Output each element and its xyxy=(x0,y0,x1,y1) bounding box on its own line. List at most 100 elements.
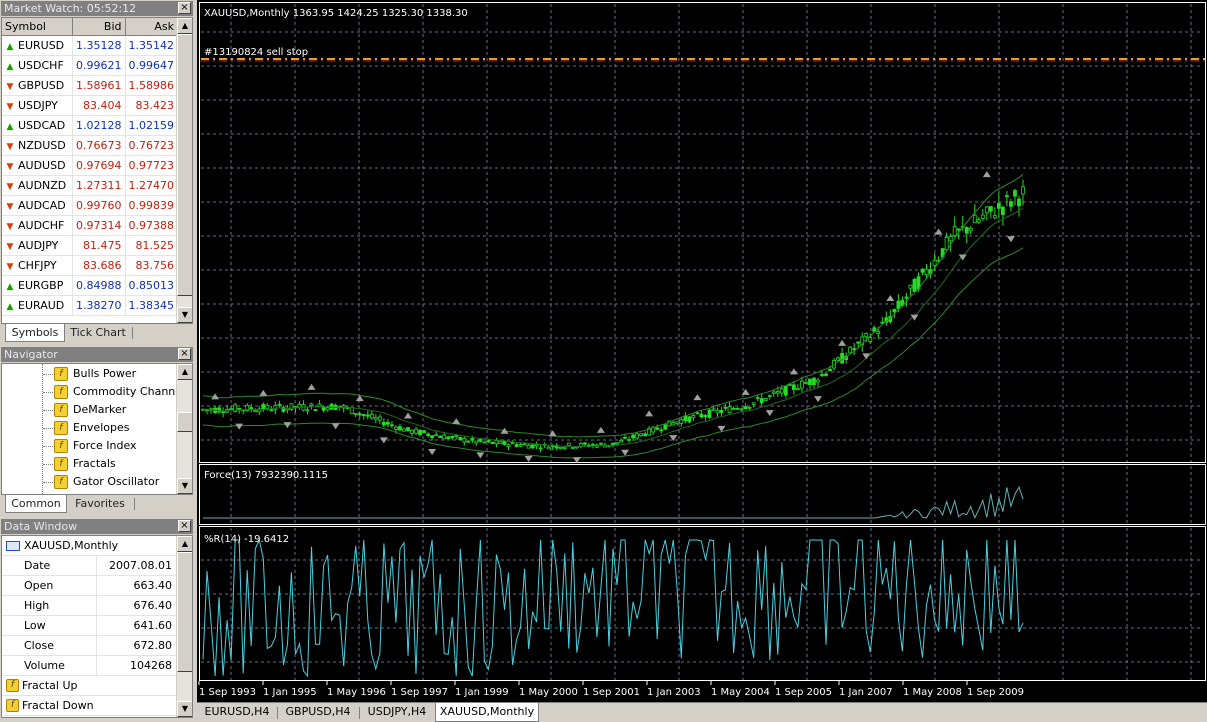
market-watch-row[interactable]: ▲ USDCHF 0.99621 0.99647 xyxy=(2,55,178,76)
nav-scroll-thumb[interactable] xyxy=(177,412,192,432)
x-axis-label: 1 Jan 1995 xyxy=(263,687,317,698)
market-watch-row[interactable]: ▼ AUDCHF 0.97314 0.97388 xyxy=(2,215,178,236)
data-window-scrollbar[interactable]: ▲ ▼ xyxy=(176,536,192,717)
chart-tab-usdjpy[interactable]: USDJPY,H4 xyxy=(361,703,433,722)
symbol-cell[interactable]: ▼ CHFJPY xyxy=(2,255,73,276)
symbol-cell[interactable]: ▲ EURAUD xyxy=(2,295,73,316)
col-ask[interactable]: Ask xyxy=(125,18,178,36)
candle-body xyxy=(804,382,808,384)
symbol-cell[interactable]: ▼ AUDNZD xyxy=(2,175,73,196)
dw-scroll-up-button[interactable]: ▲ xyxy=(177,536,192,552)
ask-cell: 1.02159 xyxy=(125,115,178,136)
indicator-icon: f xyxy=(54,367,68,381)
candle-body xyxy=(269,409,274,412)
market-watch-row[interactable]: ▼ AUDCAD 0.99760 0.99839 xyxy=(2,195,178,216)
symbol-cell[interactable]: ▲ EURGBP xyxy=(2,275,73,296)
symbol-cell[interactable]: ▲ USDCAD xyxy=(2,115,73,136)
data-window-close-button[interactable]: × xyxy=(178,520,191,532)
candle-body xyxy=(562,446,567,449)
fractal-up-icon xyxy=(596,426,605,433)
candle-body xyxy=(381,422,386,426)
navigator-scrollbar[interactable]: ▲ ▼ xyxy=(176,364,192,494)
symbol-cell[interactable]: ▼ AUDUSD xyxy=(2,155,73,176)
chart-tab-xauusd[interactable]: XAUUSD,Monthly xyxy=(435,703,539,722)
dw-scroll-down-button[interactable]: ▼ xyxy=(177,701,192,717)
col-symbol[interactable]: Symbol xyxy=(2,18,73,36)
market-watch-row[interactable]: ▼ AUDUSD 0.97694 0.97723 xyxy=(2,155,178,176)
tab-common[interactable]: Common xyxy=(5,495,67,513)
navigator-item[interactable]: f Commodity Channel Ir xyxy=(2,383,192,401)
chart-tab-gbpusd[interactable]: GBPUSD,H4 xyxy=(279,703,357,722)
symbol-cell[interactable]: ▲ USDCHF xyxy=(2,55,73,76)
x-axis-label: 1 Jan 2003 xyxy=(647,687,701,698)
nav-scroll-up-button[interactable]: ▲ xyxy=(177,364,192,380)
scroll-up-button[interactable]: ▲ xyxy=(177,18,192,34)
market-watch-close-button[interactable]: × xyxy=(178,2,191,14)
market-watch-row[interactable]: ▼ AUDNZD 1.27311 1.27470 xyxy=(2,175,178,196)
market-watch-row[interactable]: ▼ GBPUSD 1.58961 1.58986 xyxy=(2,75,178,96)
symbol-cell[interactable]: ▼ NZDUSD xyxy=(2,135,73,156)
symbol-cell[interactable]: ▼ AUDJPY xyxy=(2,235,73,256)
navigator-close-button[interactable]: × xyxy=(178,348,191,360)
candle-body xyxy=(695,412,700,415)
fractal-down-icon xyxy=(765,410,774,417)
bid-cell: 1.38270 xyxy=(72,295,126,316)
col-bid[interactable]: Bid xyxy=(72,18,126,36)
navigator-item[interactable]: f Envelopes xyxy=(2,419,178,437)
candle-body xyxy=(534,444,539,447)
nav-scroll-down-button[interactable]: ▼ xyxy=(177,478,192,494)
market-watch-row[interactable]: ▲ EURGBP 0.84988 0.85013 xyxy=(2,275,178,296)
symbol-name: AUDNZD xyxy=(18,178,67,192)
arrow-down-icon: ▼ xyxy=(6,81,14,92)
navigator-item[interactable]: f DeMarker xyxy=(2,401,178,419)
chart-canvas[interactable]: XAUUSD,Monthly 1363.95 1424.25 1325.30 1… xyxy=(197,0,1207,702)
market-watch-row[interactable]: ▲ EURUSD 1.35128 1.35142 xyxy=(2,35,178,56)
force-pane-border xyxy=(199,464,1206,525)
candle-body xyxy=(229,408,234,410)
symbol-cell[interactable]: ▲ EURUSD xyxy=(2,35,73,56)
tab-favorites[interactable]: Favorites xyxy=(69,495,131,513)
navigator-title-text: Navigator xyxy=(4,348,58,361)
market-watch-row[interactable]: ▼ USDJPY 83.404 83.423 xyxy=(2,95,178,116)
tab-tick-chart[interactable]: Tick Chart xyxy=(67,324,129,342)
market-watch-row[interactable]: ▼ CHFJPY 83.686 83.756 xyxy=(2,255,178,276)
data-window-symbol: XAUUSD,Monthly xyxy=(24,539,119,552)
left-panels: Market Watch: 05:52:12 × Symbol Bid Ask … xyxy=(0,0,195,722)
candle-body xyxy=(631,434,635,439)
chart-window[interactable]: XAUUSD,Monthly 1363.95 1424.25 1325.30 1… xyxy=(197,0,1207,702)
candle-body xyxy=(434,434,439,437)
arrow-down-icon: ▼ xyxy=(6,241,14,252)
navigator-item[interactable]: f Force Index xyxy=(2,437,178,455)
scroll-thumb[interactable] xyxy=(177,34,192,296)
navigator-item[interactable]: f Bulls Power xyxy=(2,365,178,383)
indicator-icon: f xyxy=(54,421,68,435)
symbol-cell[interactable]: ▼ AUDCAD xyxy=(2,195,73,216)
symbol-cell[interactable]: ▼ GBPUSD xyxy=(2,75,73,96)
market-watch-scrollbar[interactable]: ▲ ▼ xyxy=(176,18,192,323)
x-axis-label: 1 May 2004 xyxy=(711,687,770,698)
dw-scroll-thumb[interactable] xyxy=(177,552,192,672)
candle-body xyxy=(763,398,768,401)
candle-body xyxy=(627,439,631,441)
x-axis-label: 1 Jan 1999 xyxy=(455,687,509,698)
tab-symbols[interactable]: Symbols xyxy=(5,324,65,342)
symbol-cell[interactable]: ▼ USDJPY xyxy=(2,95,73,116)
candle-body xyxy=(402,428,406,432)
chart-tab-eurusd[interactable]: EURUSD,H4 xyxy=(199,703,275,722)
symbol-name: CHFJPY xyxy=(18,258,57,272)
candle-body xyxy=(980,214,985,219)
candle-body xyxy=(261,404,266,410)
scroll-down-button[interactable]: ▼ xyxy=(177,307,192,323)
market-watch-row[interactable]: ▼ NZDUSD 0.76673 0.76723 xyxy=(2,135,178,156)
data-key: Open xyxy=(24,579,54,592)
navigator-item[interactable]: f Gator Oscillator xyxy=(2,473,178,491)
navigator-item[interactable]: f Fractals xyxy=(2,455,178,473)
market-watch-panel: Symbol Bid Ask ▲ EURUSD 1.35128 1.35142 ▲ USD… xyxy=(1,17,193,324)
market-watch-row[interactable]: ▲ USDCAD 1.02128 1.02159 xyxy=(2,115,178,136)
chart-icon xyxy=(6,541,20,551)
symbol-cell[interactable]: ▼ AUDCHF xyxy=(2,215,73,236)
market-watch-row[interactable]: ▼ AUDJPY 81.475 81.525 xyxy=(2,235,178,256)
market-watch-row[interactable]: ▲ EURAUD 1.38270 1.38345 xyxy=(2,295,178,316)
data-window-title: Data Window × xyxy=(1,519,193,534)
candle-body xyxy=(377,416,382,421)
